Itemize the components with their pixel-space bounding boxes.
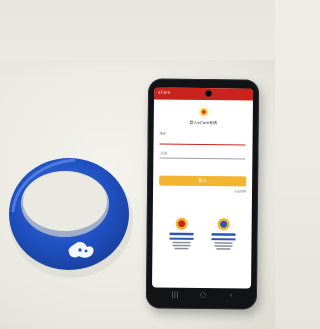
phone-screen: eCare 登入eCare系統 帳號 密碼 登入 忘記密碼	[152, 87, 254, 289]
front-camera	[206, 91, 212, 97]
app-bar: eCare	[153, 87, 254, 101]
forgot-password-link[interactable]: 忘記密碼	[159, 189, 246, 193]
password-field[interactable]: 密碼	[159, 149, 246, 160]
award-badge-left-icon	[169, 217, 194, 250]
login-button[interactable]: 登入	[159, 175, 247, 187]
app-logo-icon	[198, 106, 210, 118]
back-icon[interactable]: ‹	[226, 290, 236, 300]
login-heading: 登入eCare系統	[189, 119, 218, 126]
app-bar-title: eCare	[158, 89, 171, 95]
rfid-wristband	[9, 158, 133, 278]
password-placeholder: 密碼	[160, 151, 168, 156]
home-icon[interactable]: ○	[198, 290, 208, 300]
login-button-label: 登入	[198, 178, 208, 185]
wall-shadow	[0, 0, 275, 80]
phone-nav-bar: ||| ○ ‹	[160, 290, 244, 301]
award-badge-right-icon	[211, 218, 236, 250]
recent-apps-icon[interactable]: |||	[170, 290, 180, 300]
smartphone: eCare 登入eCare系統 帳號 密碼 登入 忘記密碼 ||| ○ ‹	[145, 78, 260, 310]
username-field[interactable]	[159, 135, 246, 146]
